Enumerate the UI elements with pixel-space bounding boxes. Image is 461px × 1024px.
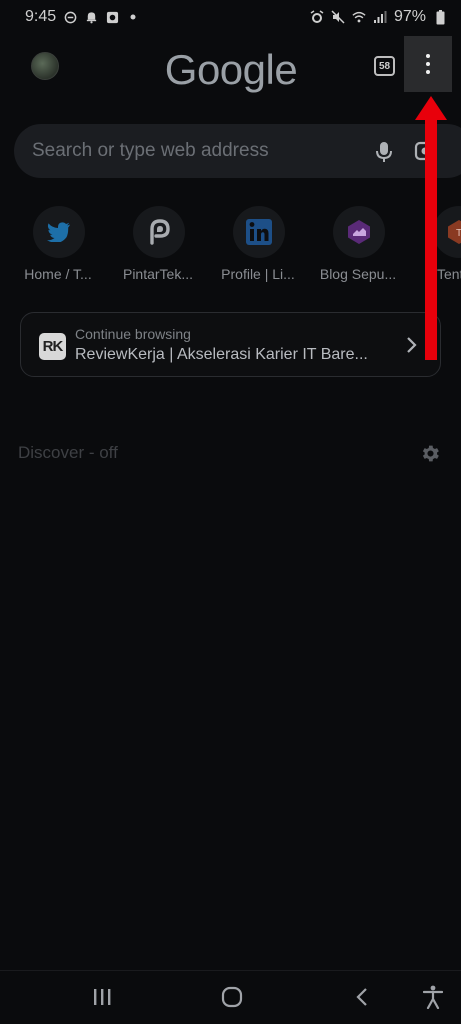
more-vert-icon[interactable]: [404, 36, 452, 92]
search-placeholder: Search or type web address: [32, 140, 269, 161]
mic-icon[interactable]: [374, 140, 394, 164]
linkedin-icon: [233, 206, 285, 258]
tab-count: 58: [378, 60, 391, 72]
shortcut-tile[interactable]: Home / T...: [8, 206, 108, 286]
screen-record-icon: [105, 10, 119, 24]
tab-switcher-button[interactable]: 58: [374, 56, 395, 76]
favicon-text: RK: [42, 338, 64, 355]
dot-icon: [126, 10, 140, 24]
continue-browsing-card[interactable]: RK Continue browsing ReviewKerja | Aksel…: [20, 312, 441, 377]
alarm-icon: [310, 10, 324, 24]
recents-icon[interactable]: [88, 985, 116, 1009]
status-bar: 9:45 97%: [0, 0, 461, 34]
red-arrow-annotation: [414, 94, 448, 362]
google-logo: Google: [164, 46, 298, 93]
pintartekno-icon: [133, 206, 185, 258]
site-favicon: RK: [39, 333, 66, 360]
shortcut-label: Blog Sepu...: [319, 266, 397, 282]
back-icon[interactable]: [348, 985, 376, 1009]
do-not-disturb-icon: [63, 10, 77, 24]
status-right: 97%: [310, 8, 447, 26]
battery-percent: 97%: [393, 8, 426, 25]
twitter-icon: [33, 206, 85, 258]
shortcut-label: PintarTek...: [122, 266, 194, 282]
shortcut-label: Profile | Li...: [221, 266, 295, 282]
continue-browsing-page: ReviewKerja | Akselerasi Karier IT Bare.…: [75, 346, 368, 363]
system-nav-bar: [0, 970, 461, 1024]
svg-text:T: T: [456, 228, 461, 239]
gear-icon[interactable]: [420, 443, 441, 464]
status-left: 9:45: [25, 8, 140, 26]
status-time: 9:45: [25, 8, 57, 25]
alarm-bell-icon: [84, 10, 98, 24]
mute-icon: [331, 10, 345, 24]
discover-status: Discover - off: [18, 443, 118, 462]
shortcut-tile[interactable]: PintarTek...: [108, 206, 208, 286]
shortcut-tile[interactable]: Blog Sepu...: [308, 206, 408, 286]
battery-icon: [433, 9, 447, 24]
account-avatar[interactable]: [31, 52, 59, 80]
blog-icon: [333, 206, 385, 258]
signal-icon: [373, 10, 387, 24]
home-icon[interactable]: [218, 985, 246, 1009]
chrome-new-tab-screen: 9:45 97% Google 58 Search or type web ad…: [0, 0, 461, 1024]
continue-browsing-title: Continue browsing: [75, 326, 191, 342]
wifi-icon: [352, 10, 366, 24]
accessibility-icon[interactable]: [420, 985, 446, 1009]
shortcut-tile[interactable]: Profile | Li...: [208, 206, 308, 286]
shortcut-label: Home / T...: [24, 266, 92, 282]
